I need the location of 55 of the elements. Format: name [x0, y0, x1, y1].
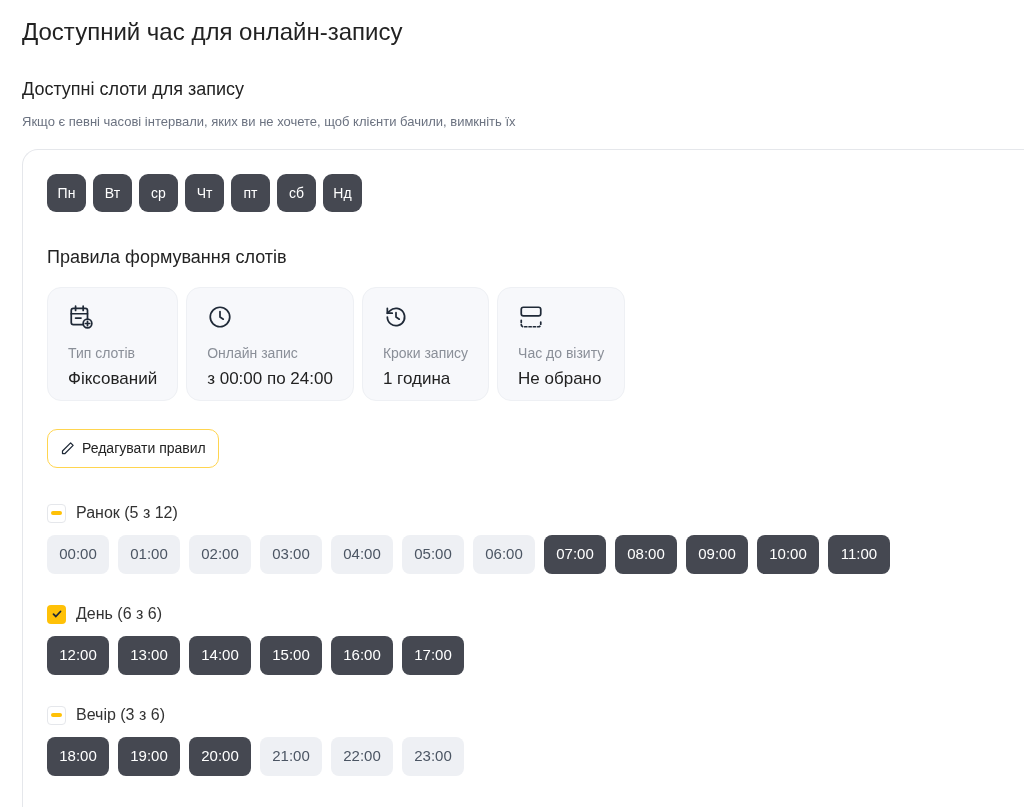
- time-slot[interactable]: 09:00: [686, 535, 748, 574]
- time-slot[interactable]: 05:00: [402, 535, 464, 574]
- group-label: Ранок (5 з 12): [76, 503, 178, 523]
- checkbox[interactable]: [47, 604, 66, 624]
- pencil-icon: [60, 441, 75, 456]
- rule-label: Тип слотів: [68, 344, 136, 362]
- time-slot[interactable]: 15:00: [260, 636, 322, 675]
- rules-title: Правила формування слотів: [47, 246, 288, 269]
- time-slot[interactable]: 17:00: [402, 636, 464, 675]
- time-slot[interactable]: 08:00: [615, 535, 677, 574]
- time-slot[interactable]: 22:00: [331, 737, 393, 776]
- time-slot[interactable]: 13:00: [118, 636, 180, 675]
- rule-value: 1 година: [382, 368, 452, 390]
- clock-icon: [207, 304, 234, 330]
- rule-value: Не обрано: [518, 368, 603, 390]
- day-button[interactable]: пт: [231, 174, 270, 212]
- time-slot[interactable]: 18:00: [47, 737, 109, 776]
- day-button[interactable]: сб: [277, 174, 316, 212]
- page-title: Доступний час для онлайн-запису: [22, 17, 404, 47]
- split-panel-icon: [518, 304, 545, 330]
- time-slot[interactable]: 19:00: [118, 737, 180, 776]
- day-button[interactable]: Чт: [185, 174, 224, 212]
- day-button[interactable]: Нд: [323, 174, 362, 212]
- checkbox[interactable]: [47, 705, 66, 725]
- group-label: Вечір (3 з 6): [76, 705, 165, 725]
- time-slot[interactable]: 06:00: [473, 535, 535, 574]
- section-title: Доступні слоти для запису: [22, 78, 245, 101]
- time-slot[interactable]: 20:00: [189, 737, 251, 776]
- day-button[interactable]: Пн: [47, 174, 86, 212]
- time-slot[interactable]: 14:00: [189, 636, 251, 675]
- time-slot[interactable]: 16:00: [331, 636, 393, 675]
- time-slot[interactable]: 07:00: [544, 535, 606, 574]
- time-slot[interactable]: 12:00: [47, 636, 109, 675]
- time-slot[interactable]: 03:00: [260, 535, 322, 574]
- checkbox[interactable]: [47, 503, 66, 523]
- time-slot[interactable]: 11:00: [828, 535, 890, 574]
- rule-label: Час до візиту: [518, 344, 605, 362]
- time-slot[interactable]: 04:00: [331, 535, 393, 574]
- time-slot[interactable]: 01:00: [118, 535, 180, 574]
- edit-rules-button[interactable]: Редагувати правил: [47, 429, 219, 468]
- day-button[interactable]: ср: [139, 174, 178, 212]
- day-button[interactable]: Вт: [93, 174, 132, 212]
- time-slot[interactable]: 21:00: [260, 737, 322, 776]
- rule-value: Фіксований: [68, 368, 158, 390]
- check-icon: [50, 608, 63, 620]
- time-slot[interactable]: 10:00: [757, 535, 819, 574]
- rule-label: Кроки запису: [382, 344, 469, 362]
- hint-text: Якщо є певні часові інтервали, яких ви не хочете, щоб клієнти бачили, вимкніть їх: [22, 113, 517, 131]
- rule-value: з 00:00 по 24:00: [207, 368, 333, 390]
- time-slot[interactable]: 02:00: [189, 535, 251, 574]
- rule-label: Онлайн запис: [207, 344, 299, 362]
- calendar-plus-icon: [68, 304, 94, 330]
- time-slot[interactable]: 00:00: [47, 535, 109, 574]
- time-slot[interactable]: 23:00: [402, 737, 464, 776]
- group-label: День (6 з 6): [76, 604, 163, 624]
